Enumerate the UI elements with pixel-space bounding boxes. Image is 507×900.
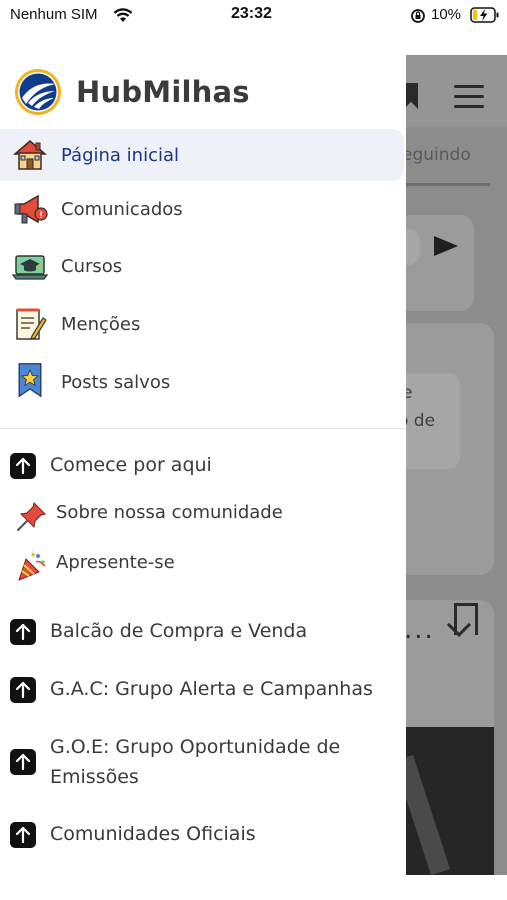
megaphone-icon: !: [14, 194, 48, 224]
status-bar: Nenhum SIM 23:32 10%: [0, 0, 507, 32]
nav-item-label: Cursos: [61, 255, 123, 277]
graduation-laptop-icon: [12, 255, 48, 280]
battery-percent: 10%: [431, 6, 462, 23]
section-label: Apresente-se: [56, 552, 175, 573]
section-label: Balcão de Compra e Venda: [50, 620, 308, 642]
section-divider: [0, 428, 406, 429]
section-about-community[interactable]: Sobre nossa comunidade: [0, 496, 406, 532]
bookmark-star-icon: [18, 363, 42, 398]
arrow-up-icon: [10, 619, 36, 645]
section-label: Comece por aqui: [50, 454, 212, 476]
pushpin-icon: [16, 502, 46, 532]
nav-item-label: Comunicados: [61, 198, 183, 220]
background-app-overlay[interactable]: eguindo e o de ...: [406, 55, 507, 875]
section-goe[interactable]: G.O.E: Grupo Oportunidade de Emissões: [0, 732, 406, 794]
section-get-started[interactable]: Comece por aqui: [0, 450, 406, 482]
section-gac[interactable]: G.A.C: Grupo Alerta e Campanhas: [0, 674, 406, 706]
carrier-label: Nenhum SIM: [10, 6, 98, 23]
arrow-up-icon: [10, 822, 36, 848]
house-icon: [12, 140, 48, 170]
navigation-drawer: HubMilhas Página inicial ! Comunicados C…: [0, 32, 406, 900]
arrow-up-icon: [10, 677, 36, 703]
nav-item-saved-posts[interactable]: Posts salvos: [0, 356, 404, 408]
section-label-line-1: G.O.E: Grupo Oportunidade de: [50, 736, 341, 758]
section-introduce-yourself[interactable]: Apresente-se: [0, 546, 406, 582]
nav-item-label: Página inicial: [61, 144, 180, 166]
nav-item-courses[interactable]: Cursos: [0, 240, 404, 292]
background-tab-label: eguindo: [406, 145, 471, 165]
send-icon: [434, 236, 458, 256]
app-name: HubMilhas: [76, 75, 250, 109]
arrow-up-icon: [10, 453, 36, 479]
clock: 23:32: [231, 5, 272, 22]
arrow-up-icon: [10, 749, 36, 775]
background-text: e: [406, 383, 413, 403]
more-icon: ...: [406, 615, 435, 645]
nav-item-mentions[interactable]: Menções: [0, 298, 404, 350]
background-input: [406, 229, 420, 265]
tab-indicator: [406, 183, 490, 186]
background-card: [406, 215, 474, 311]
party-popper-icon: [18, 552, 46, 581]
hubmilhas-logo-icon: [15, 69, 61, 115]
nav-item-label: Menções: [61, 313, 141, 335]
brand-header: HubMilhas: [14, 68, 250, 116]
svg-text:!: !: [40, 210, 43, 220]
orientation-lock-icon: [411, 9, 425, 23]
wifi-icon: [113, 8, 133, 22]
nav-item-home[interactable]: Página inicial: [0, 129, 404, 181]
hamburger-menu-icon: [454, 85, 484, 115]
section-label-line-2: Emissões: [50, 766, 139, 788]
section-marketplace[interactable]: Balcão de Compra e Venda: [0, 616, 406, 648]
nav-item-announcements[interactable]: ! Comunicados: [0, 183, 404, 235]
notepad-pencil-icon: [16, 308, 47, 340]
background-text: o de: [406, 411, 436, 431]
section-label: Sobre nossa comunidade: [56, 502, 283, 523]
battery-charging-icon: [470, 7, 499, 23]
screen: { "status_bar": { "carrier": "Nenhum SIM…: [0, 0, 507, 900]
section-label: G.A.C: Grupo Alerta e Campanhas: [50, 678, 373, 700]
bookmark-outline-icon: [454, 603, 478, 635]
section-label: Comunidades Oficiais: [50, 823, 256, 845]
section-official-communities[interactable]: Comunidades Oficiais: [0, 819, 406, 851]
nav-item-label: Posts salvos: [61, 371, 171, 393]
